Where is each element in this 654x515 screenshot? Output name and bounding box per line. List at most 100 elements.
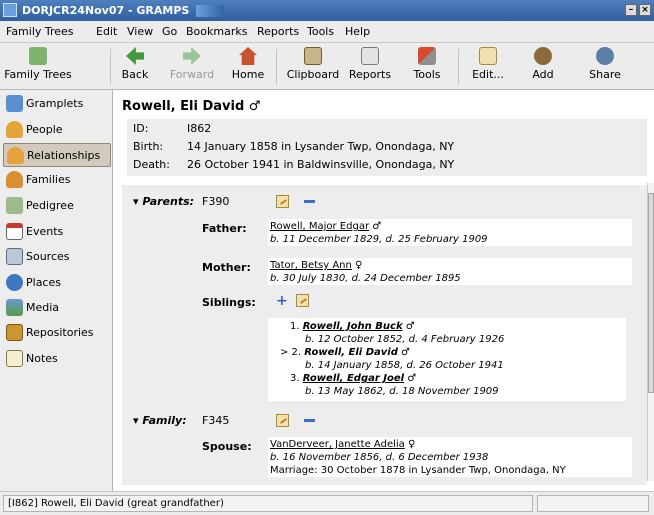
forward-button[interactable]: Forward xyxy=(168,47,216,81)
relationships-panel: ▾ Parents: F390 Father: Rowell, Major Ed… xyxy=(122,185,647,485)
sidebar-item-gramplets[interactable]: Gramplets xyxy=(3,92,111,116)
sidebar-item-notes[interactable]: Notes xyxy=(3,347,111,371)
navigator-sidebar: Gramplets People Relationships Families … xyxy=(0,90,113,491)
sidebar-item-label: Events xyxy=(26,225,64,238)
sibling-marker: 1. xyxy=(290,321,300,332)
status-bar: [I862] Rowell, Eli David (great grandfat… xyxy=(0,491,654,515)
sidebar-item-label: People xyxy=(26,123,63,136)
add-sibling-icon[interactable]: + xyxy=(276,294,288,308)
mother-sex-icon: ♀ xyxy=(355,260,363,271)
spouse-name-link[interactable]: VanDerveer, Janette Adelia xyxy=(270,439,405,450)
add-button[interactable]: Add xyxy=(528,47,558,81)
status-progress xyxy=(537,495,649,512)
families-icon xyxy=(6,171,23,188)
sidebar-item-people[interactable]: People xyxy=(3,118,111,142)
title-decoration xyxy=(196,5,224,17)
sidebar-item-label: Pedigree xyxy=(26,199,74,212)
sidebar-item-events[interactable]: Events xyxy=(3,220,111,244)
home-button[interactable]: Home xyxy=(228,47,268,81)
sibling-name-link[interactable]: Rowell, John Buck xyxy=(303,321,403,332)
mother-dates: b. 30 July 1830, d. 24 December 1895 xyxy=(270,273,461,284)
vertical-scrollbar[interactable] xyxy=(647,183,654,481)
menu-tools[interactable]: Tools xyxy=(307,25,334,38)
sidebar-item-label: Places xyxy=(26,276,61,289)
media-icon xyxy=(6,299,23,316)
id-label: ID: xyxy=(133,122,149,135)
tools-label: Tools xyxy=(413,68,441,81)
edit-button[interactable]: Edit... xyxy=(470,47,506,81)
relationships-icon xyxy=(7,147,24,164)
menu-view[interactable]: View xyxy=(127,25,153,38)
person-summary: ID: I862 Birth: 14 January 1858 in Lysan… xyxy=(127,119,647,176)
reports-label: Reports xyxy=(348,68,392,81)
father-dates: b. 11 December 1829, d. 25 February 1909 xyxy=(270,234,488,245)
close-button[interactable]: × xyxy=(639,4,651,16)
spouse-card: VanDerveer, Janette Adelia ♀ b. 16 Novem… xyxy=(268,437,632,477)
sibling-sex-icon: ♂ xyxy=(405,321,415,332)
birth-value: 14 January 1858 in Lysander Twp, Onondag… xyxy=(187,140,455,153)
menu-go[interactable]: Go xyxy=(162,25,177,38)
sibling-dates: b. 13 May 1862, d. 18 November 1909 xyxy=(305,386,499,397)
back-label: Back xyxy=(121,68,149,81)
sidebar-item-families[interactable]: Families xyxy=(3,168,111,192)
menu-bookmarks[interactable]: Bookmarks xyxy=(186,25,247,38)
edit-parents-icon[interactable] xyxy=(276,195,289,208)
sibling-sex-icon: ♂ xyxy=(401,347,411,358)
sibling-row: 3. Rowell, Edgar Joel ♂ xyxy=(290,372,416,385)
window-title: DORJCR24Nov07 - GRAMPS xyxy=(22,4,190,17)
share-icon xyxy=(596,47,614,65)
repository-icon xyxy=(6,324,23,341)
toolbar-separator xyxy=(276,49,277,85)
sidebar-item-label: Repositories xyxy=(26,326,94,339)
sources-icon xyxy=(6,248,23,265)
sidebar-item-pedigree[interactable]: Pedigree xyxy=(3,194,111,218)
menu-edit[interactable]: Edit xyxy=(96,25,117,38)
reports-button[interactable]: Reports xyxy=(348,47,392,81)
forward-arrow-icon xyxy=(183,47,201,65)
sidebar-item-relationships[interactable]: Relationships xyxy=(3,143,111,167)
globe-icon xyxy=(6,274,23,291)
scrollbar-thumb[interactable] xyxy=(648,193,654,393)
siblings-label: Siblings: xyxy=(202,296,256,309)
calendar-icon xyxy=(6,223,23,240)
siblings-card: 1. Rowell, John Buck ♂ b. 12 October 185… xyxy=(268,318,626,401)
mother-label: Mother: xyxy=(202,261,251,274)
father-name-link[interactable]: Rowell, Major Edgar xyxy=(270,221,369,232)
share-button[interactable]: Share xyxy=(586,47,624,81)
sidebar-item-label: Sources xyxy=(26,250,70,263)
minimize-button[interactable]: – xyxy=(625,4,637,16)
tools-button[interactable]: Tools xyxy=(410,47,444,81)
menu-family-trees[interactable]: Family Trees xyxy=(6,25,74,38)
person-id: I862 xyxy=(187,122,212,135)
sibling-marker: 3. xyxy=(290,373,300,384)
sibling-name-link[interactable]: Rowell, Edgar Joel xyxy=(303,373,404,384)
menu-help[interactable]: Help xyxy=(345,25,370,38)
forward-label: Forward xyxy=(169,68,215,81)
family-section-label[interactable]: ▾ Family: xyxy=(133,414,187,427)
clipboard-icon xyxy=(304,47,322,65)
menu-reports[interactable]: Reports xyxy=(257,25,299,38)
sibling-marker: > 2. xyxy=(280,347,302,358)
tools-icon xyxy=(418,47,436,65)
family-trees-label: Family Trees xyxy=(4,68,72,81)
relationships-view: Rowell, Eli David ♂ ID: I862 Birth: 14 J… xyxy=(113,90,654,491)
sidebar-item-sources[interactable]: Sources xyxy=(3,245,111,269)
sidebar-item-repositories[interactable]: Repositories xyxy=(3,321,111,345)
family-tree-icon xyxy=(29,47,47,65)
parents-section-label[interactable]: ▾ Parents: xyxy=(133,195,194,208)
mother-name-link[interactable]: Tator, Betsy Ann xyxy=(270,260,352,271)
share-sibling-icon[interactable] xyxy=(296,294,309,307)
sidebar-item-media[interactable]: Media xyxy=(3,296,111,320)
back-button[interactable]: Back xyxy=(118,47,152,81)
sidebar-item-places[interactable]: Places xyxy=(3,271,111,295)
remove-parents-icon[interactable] xyxy=(304,200,315,203)
edit-family-icon[interactable] xyxy=(276,414,289,427)
note-icon xyxy=(6,350,23,367)
home-icon xyxy=(239,47,257,65)
gramps-app-icon xyxy=(3,3,17,17)
father-card: Rowell, Major Edgar ♂ b. 11 December 182… xyxy=(268,219,632,246)
clipboard-button[interactable]: Clipboard xyxy=(286,47,340,81)
family-id: F345 xyxy=(202,414,230,427)
family-trees-button[interactable]: Family Trees xyxy=(4,47,72,81)
remove-family-icon[interactable] xyxy=(304,419,315,422)
